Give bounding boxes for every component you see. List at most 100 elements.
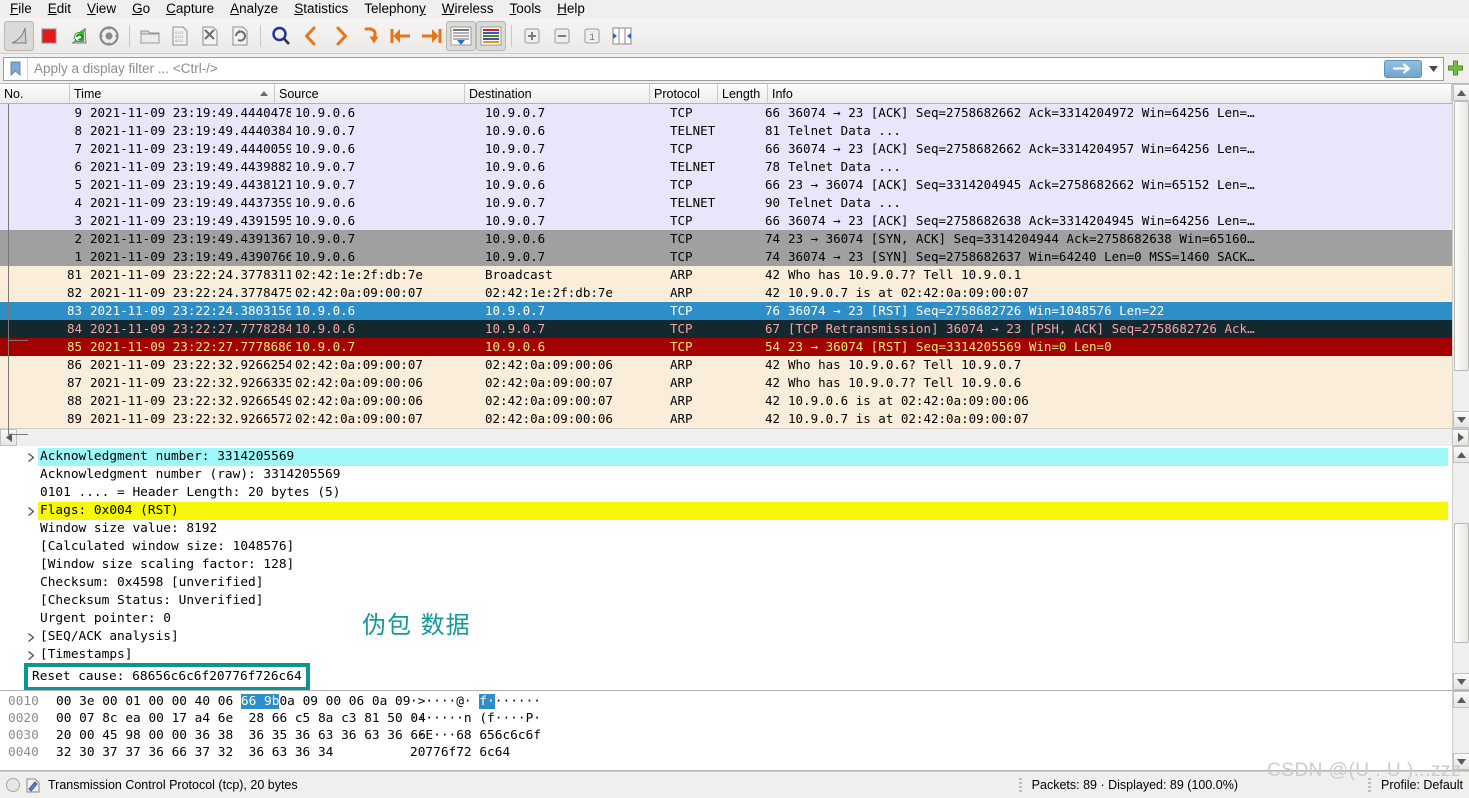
packet-list-row[interactable]: 3 2021-11-09 23:19:49.439159525 10.9.0.6 10… bbox=[0, 212, 1452, 230]
go-first-packet-icon[interactable] bbox=[386, 21, 416, 51]
packet-list-row[interactable]: 81 2021-11-09 23:22:24.377831174 02:42:1e:… bbox=[0, 266, 1452, 284]
hex-bytes[interactable]: 32 30 37 37 36 66 37 32 36 63 36 34 bbox=[56, 744, 396, 761]
bookmark-icon[interactable] bbox=[4, 57, 28, 80]
display-filter-input[interactable]: Apply a display filter ... <Ctrl-/> bbox=[3, 56, 1444, 81]
column-header-protocol[interactable]: Protocol bbox=[650, 84, 718, 103]
column-header-destination[interactable]: Destination bbox=[465, 84, 650, 103]
hex-ascii[interactable]: ·E···68 656c6c6f bbox=[396, 727, 541, 744]
menu-item-file[interactable]: File bbox=[2, 1, 40, 18]
packet-detail-row[interactable]: 0101 .... = Header Length: 20 bytes (5) bbox=[0, 484, 1452, 502]
hex-ascii[interactable]: ·······n (f····P· bbox=[396, 710, 541, 727]
packet-list-row[interactable]: 88 2021-11-09 23:22:32.926654957 02:42:0a:… bbox=[0, 392, 1452, 410]
hex-dump-row[interactable]: 0020 00 07 8c ea 00 17 a4 6e 28 66 c5 8a … bbox=[0, 710, 1452, 727]
packet-detail-row[interactable]: [Timestamps] bbox=[0, 646, 1452, 664]
expand-triangle-icon[interactable] bbox=[24, 632, 38, 642]
packet-list-row[interactable]: 5 2021-11-09 23:19:49.443812132 10.9.0.7 10… bbox=[0, 176, 1452, 194]
hex-ascii[interactable]: 20776f72 6c64 bbox=[396, 744, 510, 761]
packet-list-vertical-scrollbar[interactable] bbox=[1452, 84, 1469, 428]
chevron-down-icon[interactable] bbox=[1425, 58, 1441, 80]
capture-options-icon[interactable] bbox=[94, 21, 124, 51]
packet-detail-row[interactable]: Acknowledgment number: 3314205569 bbox=[0, 448, 1452, 466]
apply-filter-arrow-icon[interactable] bbox=[1384, 59, 1422, 78]
packet-detail-row[interactable]: [Checksum Status: Unverified] bbox=[0, 592, 1452, 610]
auto-scroll-icon[interactable] bbox=[446, 20, 476, 51]
scroll-track[interactable] bbox=[1452, 463, 1469, 673]
scroll-thumb[interactable] bbox=[1453, 523, 1469, 643]
status-bar-profile[interactable]: Profile: Default bbox=[1381, 778, 1463, 792]
reload-file-icon[interactable] bbox=[225, 21, 255, 51]
packet-detail-row[interactable]: Checksum: 0x4598 [unverified] bbox=[0, 574, 1452, 592]
go-to-packet-icon[interactable] bbox=[356, 21, 386, 51]
scroll-up-icon[interactable] bbox=[1452, 446, 1469, 463]
scroll-down-icon[interactable] bbox=[1452, 411, 1469, 428]
save-file-icon[interactable]: 0101 0110 0011 bbox=[165, 21, 195, 51]
resize-columns-icon[interactable] bbox=[607, 21, 637, 51]
expand-triangle-icon[interactable] bbox=[24, 506, 38, 516]
go-back-icon[interactable] bbox=[296, 21, 326, 51]
packet-list-row[interactable]: 4 2021-11-09 23:19:49.443735979 10.9.0.6 10… bbox=[0, 194, 1452, 212]
packet-list-row[interactable]: 82 2021-11-09 23:22:24.377847597 02:42:0a:… bbox=[0, 284, 1452, 302]
scroll-track[interactable] bbox=[1452, 101, 1469, 411]
hex-bytes[interactable]: 20 00 45 98 00 00 36 38 36 35 36 63 36 6… bbox=[56, 727, 426, 744]
packet-detail-row[interactable]: [Calculated window size: 1048576] bbox=[0, 538, 1452, 556]
packet-detail-row[interactable]: Window size value: 8192 bbox=[0, 520, 1452, 538]
packet-list-row[interactable]: 86 2021-11-09 23:22:32.926625409 02:42:0a:… bbox=[0, 356, 1452, 374]
scroll-up-icon[interactable] bbox=[1452, 84, 1469, 101]
hex-bytes[interactable]: 00 3e 00 01 00 00 40 06 66 9b0a 09 00 06… bbox=[56, 693, 410, 710]
packet-bytes-vertical-scrollbar[interactable] bbox=[1452, 691, 1469, 770]
open-file-icon[interactable] bbox=[135, 21, 165, 51]
zoom-in-icon[interactable] bbox=[517, 21, 547, 51]
menu-item-view[interactable]: View bbox=[79, 1, 124, 18]
menu-item-edit[interactable]: Edit bbox=[40, 1, 79, 18]
packet-detail-vertical-scrollbar[interactable] bbox=[1452, 446, 1469, 690]
scroll-thumb[interactable] bbox=[1453, 101, 1469, 371]
packet-list-row[interactable]: 1 2021-11-09 23:19:49.439076651 10.9.0.6 10… bbox=[0, 248, 1452, 266]
find-packet-icon[interactable] bbox=[266, 21, 296, 51]
column-header-no[interactable]: No. bbox=[0, 84, 70, 103]
go-forward-icon[interactable] bbox=[326, 21, 356, 51]
packet-detail-row[interactable]: Urgent pointer: 0 bbox=[0, 610, 1452, 628]
packet-detail-row[interactable]: Acknowledgment number (raw): 3314205569 bbox=[0, 466, 1452, 484]
packet-detail-row-reset-cause[interactable]: Reset cause: 68656c6c6f20776f726c64 bbox=[0, 663, 1452, 690]
hex-dump[interactable]: 0010 00 3e 00 01 00 00 40 06 66 9b0a 09 0… bbox=[0, 691, 1452, 770]
menu-item-capture[interactable]: Capture bbox=[158, 1, 222, 18]
menu-item-help[interactable]: Help bbox=[549, 1, 593, 18]
scroll-down-icon[interactable] bbox=[1452, 673, 1469, 690]
capture-file-properties-icon[interactable] bbox=[26, 778, 40, 793]
hex-dump-row[interactable]: 0010 00 3e 00 01 00 00 40 06 66 9b0a 09 0… bbox=[0, 693, 1452, 710]
menu-item-go[interactable]: Go bbox=[124, 1, 158, 18]
scroll-right-icon[interactable] bbox=[1452, 428, 1469, 446]
packet-list-row[interactable]: 85 2021-11-09 23:22:27.777868644 10.9.0.7 1… bbox=[0, 338, 1452, 356]
column-header-info[interactable]: Info bbox=[768, 84, 1452, 103]
scroll-track[interactable] bbox=[1452, 708, 1469, 753]
packet-list-row[interactable]: 9 2021-11-09 23:19:49.444047873 10.9.0.6 10… bbox=[0, 104, 1452, 122]
start-capture-icon[interactable] bbox=[4, 20, 34, 51]
packet-list-row[interactable]: 6 2021-11-09 23:19:49.443988258 10.9.0.7 10… bbox=[0, 158, 1452, 176]
go-last-packet-icon[interactable] bbox=[416, 21, 446, 51]
hex-ascii[interactable]: ·>····@· f······· bbox=[396, 693, 541, 710]
packet-detail-row[interactable]: [SEQ/ACK analysis] bbox=[0, 628, 1452, 646]
menu-item-analyze[interactable]: Analyze bbox=[222, 1, 286, 18]
expand-triangle-icon[interactable] bbox=[24, 650, 38, 660]
expand-triangle-icon[interactable] bbox=[24, 452, 38, 462]
add-filter-button-icon[interactable] bbox=[1444, 60, 1466, 77]
colorize-icon[interactable] bbox=[476, 20, 506, 51]
packet-list-row[interactable]: 84 2021-11-09 23:22:27.777828449 10.9.0.6 1… bbox=[0, 320, 1452, 338]
menu-item-statistics[interactable]: Statistics bbox=[286, 1, 356, 18]
packet-list-row[interactable]: 7 2021-11-09 23:19:49.444005990 10.9.0.6 10… bbox=[0, 140, 1452, 158]
scroll-down-icon[interactable] bbox=[1452, 753, 1469, 770]
hex-dump-row[interactable]: 0040 32 30 37 37 36 66 37 32 36 63 36 34 2… bbox=[0, 744, 1452, 761]
stop-capture-icon[interactable] bbox=[34, 21, 64, 51]
column-header-source[interactable]: Source bbox=[275, 84, 465, 103]
column-header-time[interactable]: Time bbox=[70, 84, 275, 103]
expert-info-icon[interactable] bbox=[6, 778, 20, 792]
packet-list-row[interactable]: 89 2021-11-09 23:22:32.926657235 02:42:0a:… bbox=[0, 410, 1452, 428]
scroll-up-icon[interactable] bbox=[1452, 691, 1469, 708]
menu-item-telephony[interactable]: Telephony bbox=[356, 1, 434, 18]
menu-item-wireless[interactable]: Wireless bbox=[434, 1, 502, 18]
packet-detail-row[interactable]: [Window size scaling factor: 128] bbox=[0, 556, 1452, 574]
packet-list-row[interactable]: 87 2021-11-09 23:22:32.926633533 02:42:0a:… bbox=[0, 374, 1452, 392]
packet-detail-row[interactable]: Flags: 0x004 (RST) bbox=[0, 502, 1452, 520]
packet-list-horizontal-scrollbar[interactable] bbox=[0, 428, 1469, 446]
packet-list-row[interactable]: 8 2021-11-09 23:19:49.444038484 10.9.0.7 10… bbox=[0, 122, 1452, 140]
